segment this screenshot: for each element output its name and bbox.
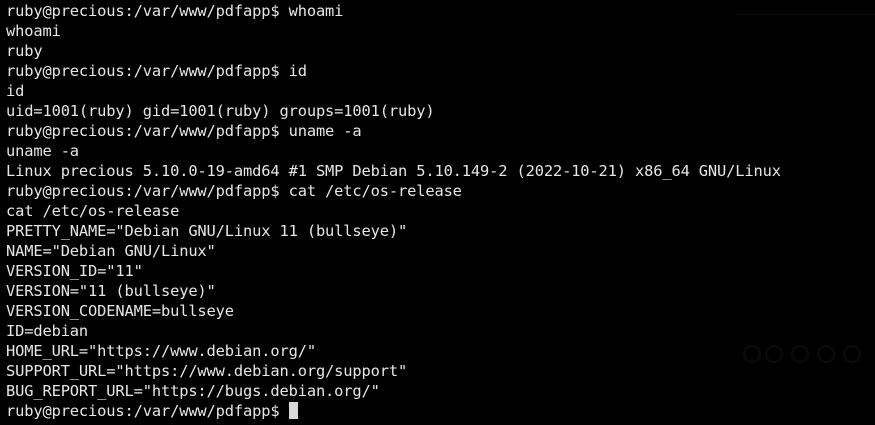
terminal-prompt: ruby@precious:/var/www/pdfapp$	[6, 402, 289, 420]
terminal-line: VERSION_CODENAME=bullseye	[6, 302, 234, 320]
terminal-input-line[interactable]: ruby@precious:/var/www/pdfapp$	[6, 401, 781, 421]
terminal-cursor	[288, 402, 298, 419]
terminal-line: PRETTY_NAME="Debian GNU/Linux 11 (bullse…	[6, 222, 408, 240]
arrow-left-icon	[843, 345, 861, 363]
terminal-line: BUG_REPORT_URL="https://bugs.debian.org/…	[6, 382, 380, 400]
terminal-line: uname -a	[6, 142, 79, 160]
terminal-line: ruby@precious:/var/www/pdfapp$ uname -a	[6, 122, 362, 140]
terminal-line: ruby@precious:/var/www/pdfapp$ id	[6, 62, 307, 80]
terminal-line: HOME_URL="https://www.debian.org/"	[6, 342, 316, 360]
terminal-line: Linux precious 5.10.0-19-amd64 #1 SMP De…	[6, 162, 781, 180]
terminal-line: ruby@precious:/var/www/pdfapp$ whoami	[6, 2, 344, 20]
terminal-line: whoami	[6, 22, 61, 40]
terminal-line: id	[6, 82, 25, 100]
terminal-window[interactable]: ruby@precious:/var/www/pdfapp$ whoami wh…	[0, 0, 875, 425]
terminal-line: ruby@precious:/var/www/pdfapp$ cat /etc/…	[6, 182, 462, 200]
terminal-line: NAME="Debian GNU/Linux"	[6, 242, 216, 260]
terminal-line: uid=1001(ruby) gid=1001(ruby) groups=100…	[6, 102, 435, 120]
arrow-right-icon	[817, 345, 835, 363]
terminal-line: SUPPORT_URL="https://www.debian.org/supp…	[6, 362, 408, 380]
terminal-line: VERSION_ID="11"	[6, 262, 143, 280]
terminal-output: ruby@precious:/var/www/pdfapp$ whoami wh…	[6, 1, 781, 421]
terminal-line: cat /etc/os-release	[6, 202, 180, 220]
arrow-left-icon	[791, 345, 809, 363]
terminal-line: ID=debian	[6, 322, 89, 340]
terminal-line: VERSION="11 (bullseye)"	[6, 282, 216, 300]
terminal-line: ruby	[6, 42, 43, 60]
